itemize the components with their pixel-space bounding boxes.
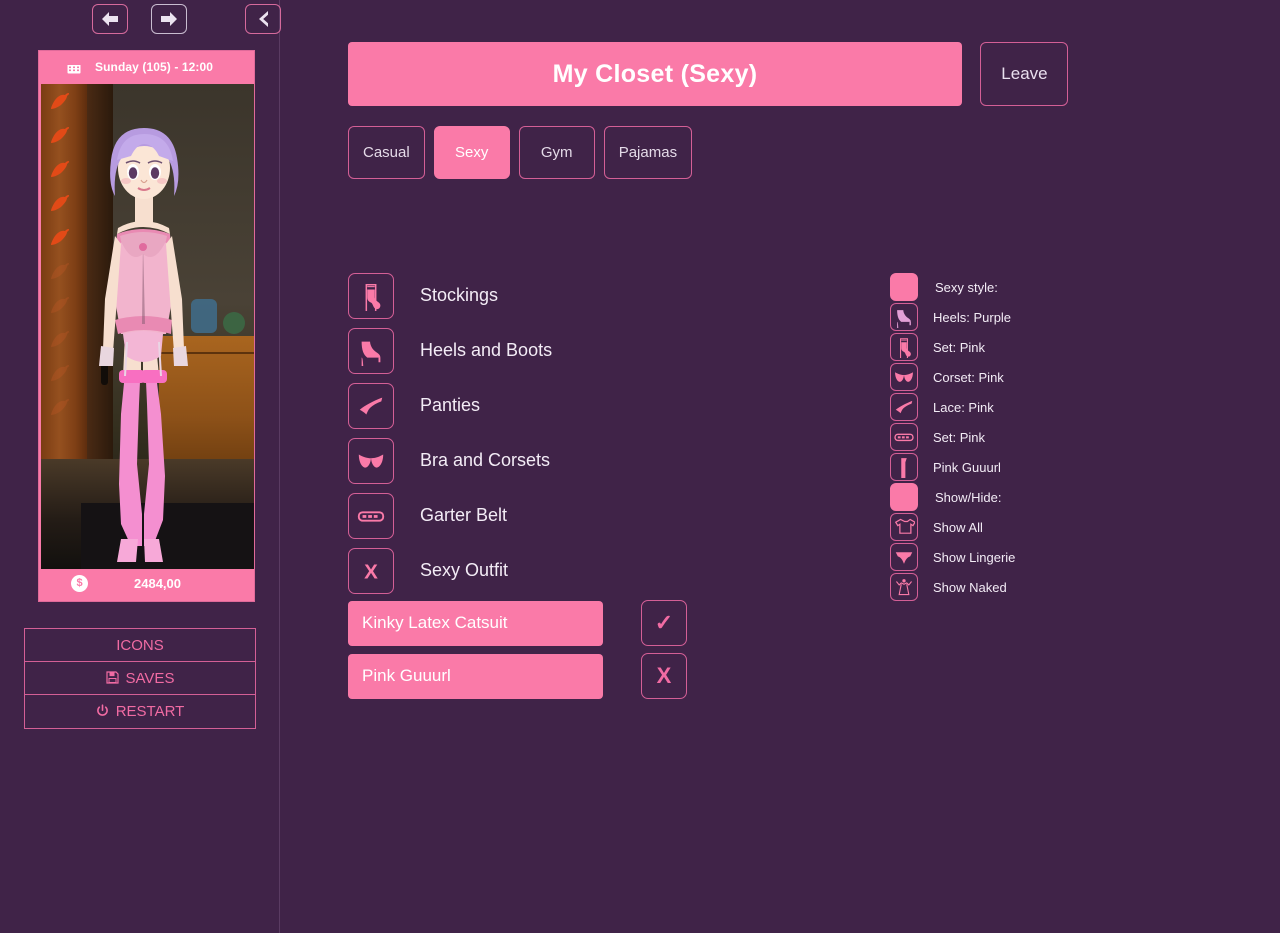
money-bar: $ 2484,00 <box>41 567 254 599</box>
status-row[interactable]: Heels: Purple <box>890 302 1015 332</box>
dollar-coin-icon: $ <box>71 574 88 592</box>
status-row[interactable]: Corset: Pink <box>890 362 1015 392</box>
panties-icon[interactable] <box>890 393 918 421</box>
dress-icon[interactable] <box>890 453 918 481</box>
left-menu: ICONS SAVES RESTART <box>24 628 256 729</box>
outfit-name-button[interactable]: Kinky Latex Catsuit <box>348 600 603 646</box>
date-bar: Sunday (105) - 12:00 <box>39 51 254 83</box>
status-row[interactable]: Pink Guuurl <box>890 452 1015 482</box>
wardrobe-tabs: Casual Sexy Gym Pajamas <box>348 126 693 179</box>
icons-label: ICONS <box>116 636 164 654</box>
status-label: Show All <box>933 519 983 535</box>
date-text: Sunday (105) - 12:00 <box>95 60 214 74</box>
money-amount: 2484,00 <box>134 575 181 591</box>
bra-icon[interactable] <box>890 363 918 391</box>
leave-button[interactable]: Leave <box>980 42 1069 106</box>
main-content: My Closet (Sexy) Leave Casual Sexy Gym Paja… <box>280 0 1280 933</box>
outfit-name-button[interactable]: Pink Guuurl <box>348 653 603 699</box>
outfit-row: Pink Guuurl X <box>348 653 687 699</box>
x-icon[interactable]: X <box>348 547 394 594</box>
outfit-list: Kinky Latex Catsuit ✓ Pink Guuurl X <box>348 600 687 706</box>
status-row[interactable]: Show All <box>890 512 1015 542</box>
status-label: Show/Hide: <box>935 489 1002 505</box>
category-row[interactable]: Stockings <box>348 268 552 323</box>
chevron-left-icon[interactable] <box>245 4 281 34</box>
saves-label: SAVES <box>125 669 175 687</box>
calendar-icon <box>67 60 81 74</box>
status-row[interactable]: Sexy style: <box>890 272 1015 302</box>
category-row[interactable]: Heels and Boots <box>348 323 552 378</box>
garter-belt-icon[interactable] <box>348 492 394 539</box>
bra-icon[interactable] <box>348 437 394 484</box>
category-row[interactable]: Panties <box>348 378 552 433</box>
character-avatar <box>99 128 188 562</box>
saves-button[interactable]: SAVES <box>25 662 255 695</box>
category-label: Stockings <box>420 285 499 305</box>
status-label: Lace: Pink <box>933 399 994 415</box>
status-list: Sexy style: Heels: Purple Set: Pink Corset:… <box>890 272 1015 602</box>
swatch-icon[interactable] <box>890 273 918 301</box>
tab-gym[interactable]: Gym <box>518 126 595 179</box>
status-label: Set: Pink <box>933 339 986 355</box>
category-label: Panties <box>420 395 481 415</box>
status-label: Sexy style: <box>935 279 998 295</box>
restart-label: RESTART <box>115 703 185 720</box>
tab-casual[interactable]: Casual <box>348 126 425 179</box>
status-row[interactable]: Show Naked <box>890 572 1015 602</box>
remove-button[interactable]: X <box>641 653 687 699</box>
icons-button[interactable]: ICONS <box>25 629 255 662</box>
power-icon <box>96 704 109 719</box>
status-label: Show Lingerie <box>933 549 1016 565</box>
arrow-left-icon[interactable] <box>92 4 128 34</box>
tab-pajamas[interactable]: Pajamas <box>603 126 693 179</box>
outfit-row: Kinky Latex Catsuit ✓ <box>348 600 687 646</box>
tab-sexy[interactable]: Sexy <box>433 126 510 179</box>
swatch-icon[interactable] <box>890 483 918 511</box>
category-row[interactable]: Garter Belt <box>348 488 552 543</box>
confirm-button[interactable]: ✓ <box>641 600 687 646</box>
status-label: Show Naked <box>933 579 1007 595</box>
navigation-row <box>0 4 281 36</box>
restart-button[interactable]: RESTART <box>25 695 255 728</box>
high-heel-icon[interactable] <box>890 303 918 331</box>
left-sidebar: Sunday (105) - 12:00 $ 2484,00 ICONS SAV… <box>0 0 281 933</box>
header-row: My Closet (Sexy) Leave <box>348 42 1069 106</box>
status-row[interactable]: Set: Pink <box>890 422 1015 452</box>
category-label: Heels and Boots <box>420 340 553 360</box>
high-heel-icon[interactable] <box>348 327 394 374</box>
status-row[interactable]: Show/Hide: <box>890 482 1015 512</box>
category-list: Stockings Heels and Boots Panties Bra and C… <box>348 268 552 598</box>
tshirt-icon[interactable] <box>890 513 918 541</box>
category-label: Bra and Corsets <box>420 450 551 470</box>
floppy-disk-icon <box>105 670 119 686</box>
status-label: Pink Guuurl <box>933 459 1001 475</box>
page-title: My Closet (Sexy) <box>348 42 962 106</box>
status-label: Corset: Pink <box>933 369 1004 385</box>
status-row[interactable]: Show Lingerie <box>890 542 1015 572</box>
category-row[interactable]: X Sexy Outfit <box>348 543 552 598</box>
naked-body-icon[interactable] <box>890 573 918 601</box>
status-row[interactable]: Lace: Pink <box>890 392 1015 422</box>
panties-icon[interactable] <box>348 382 394 429</box>
category-label: Sexy Outfit <box>420 560 509 580</box>
status-row[interactable]: Set: Pink <box>890 332 1015 362</box>
character-card: Sunday (105) - 12:00 $ 2484,00 <box>38 50 255 602</box>
arrow-right-icon[interactable] <box>151 4 187 34</box>
garter-belt-icon[interactable] <box>890 423 918 451</box>
character-portrait[interactable] <box>41 84 254 569</box>
stocking-icon[interactable] <box>348 272 394 319</box>
status-label: Heels: Purple <box>933 309 1012 325</box>
category-label: Garter Belt <box>420 505 508 525</box>
category-row[interactable]: Bra and Corsets <box>348 433 552 488</box>
panties-front-icon[interactable] <box>890 543 918 571</box>
stocking-icon[interactable] <box>890 333 918 361</box>
svg-text:X: X <box>364 560 378 583</box>
status-label: Set: Pink <box>933 429 986 445</box>
